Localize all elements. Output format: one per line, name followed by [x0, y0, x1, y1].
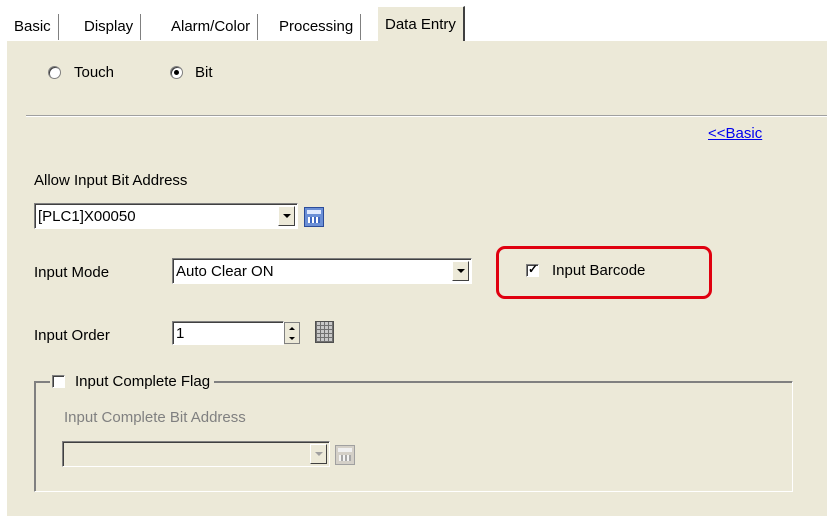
input-barcode-label: Input Barcode [552, 262, 646, 279]
allow-input-value: [PLC1]X00050 [38, 207, 136, 225]
input-complete-flag-label: Input Complete Flag [75, 372, 211, 390]
chevron-down-icon [314, 452, 323, 456]
bit-radio[interactable] [170, 66, 183, 79]
input-barcode-checkbox[interactable]: ✓ [526, 262, 539, 277]
checkmark-icon: ✓ [528, 262, 539, 276]
input-complete-group [34, 381, 793, 492]
bit-radio-label: Bit [195, 64, 213, 81]
input-complete-dropdown-button[interactable] [310, 444, 327, 464]
spin-down-icon[interactable] [285, 333, 299, 343]
input-mode-select[interactable]: Auto Clear ON [172, 258, 472, 284]
input-mode-label: Input Mode [34, 264, 110, 281]
touch-radio-label: Touch [74, 64, 115, 81]
address-entry-icon[interactable] [304, 207, 324, 227]
address-entry-icon-disabled[interactable] [335, 445, 355, 465]
tab-basic[interactable]: Basic [6, 14, 59, 40]
input-mode-dropdown-button[interactable] [452, 261, 469, 281]
touch-radio[interactable] [48, 66, 61, 79]
chevron-down-icon [456, 269, 465, 273]
input-complete-flag-checkbox[interactable] [52, 374, 65, 388]
radio-selected-dot [174, 70, 179, 75]
input-order-spinner[interactable] [284, 322, 300, 344]
allow-input-dropdown-button[interactable] [278, 206, 295, 226]
spin-up-icon[interactable] [285, 323, 299, 333]
input-complete-legend: Input Complete Flag [50, 370, 215, 392]
input-complete-address-combo[interactable] [62, 441, 330, 467]
input-order-field[interactable]: 1 [172, 321, 284, 345]
basic-link[interactable]: <<Basic [708, 123, 762, 145]
separator-highlight [26, 116, 827, 117]
allow-input-combo[interactable]: [PLC1]X00050 [34, 203, 298, 229]
tab-alarm-color[interactable]: Alarm/Color [163, 14, 259, 40]
tab-display[interactable]: Display [76, 14, 142, 40]
input-order-label: Input Order [34, 327, 110, 344]
tab-data-entry[interactable]: Data Entry [377, 6, 465, 41]
tab-processing[interactable]: Processing [271, 14, 362, 40]
chevron-down-icon [282, 214, 291, 218]
allow-input-label: Allow Input Bit Address [34, 172, 188, 189]
keypad-icon[interactable] [315, 321, 334, 343]
input-mode-value: Auto Clear ON [176, 262, 274, 280]
input-order-value: 1 [176, 324, 185, 342]
input-complete-address-label: Input Complete Bit Address [64, 409, 246, 426]
